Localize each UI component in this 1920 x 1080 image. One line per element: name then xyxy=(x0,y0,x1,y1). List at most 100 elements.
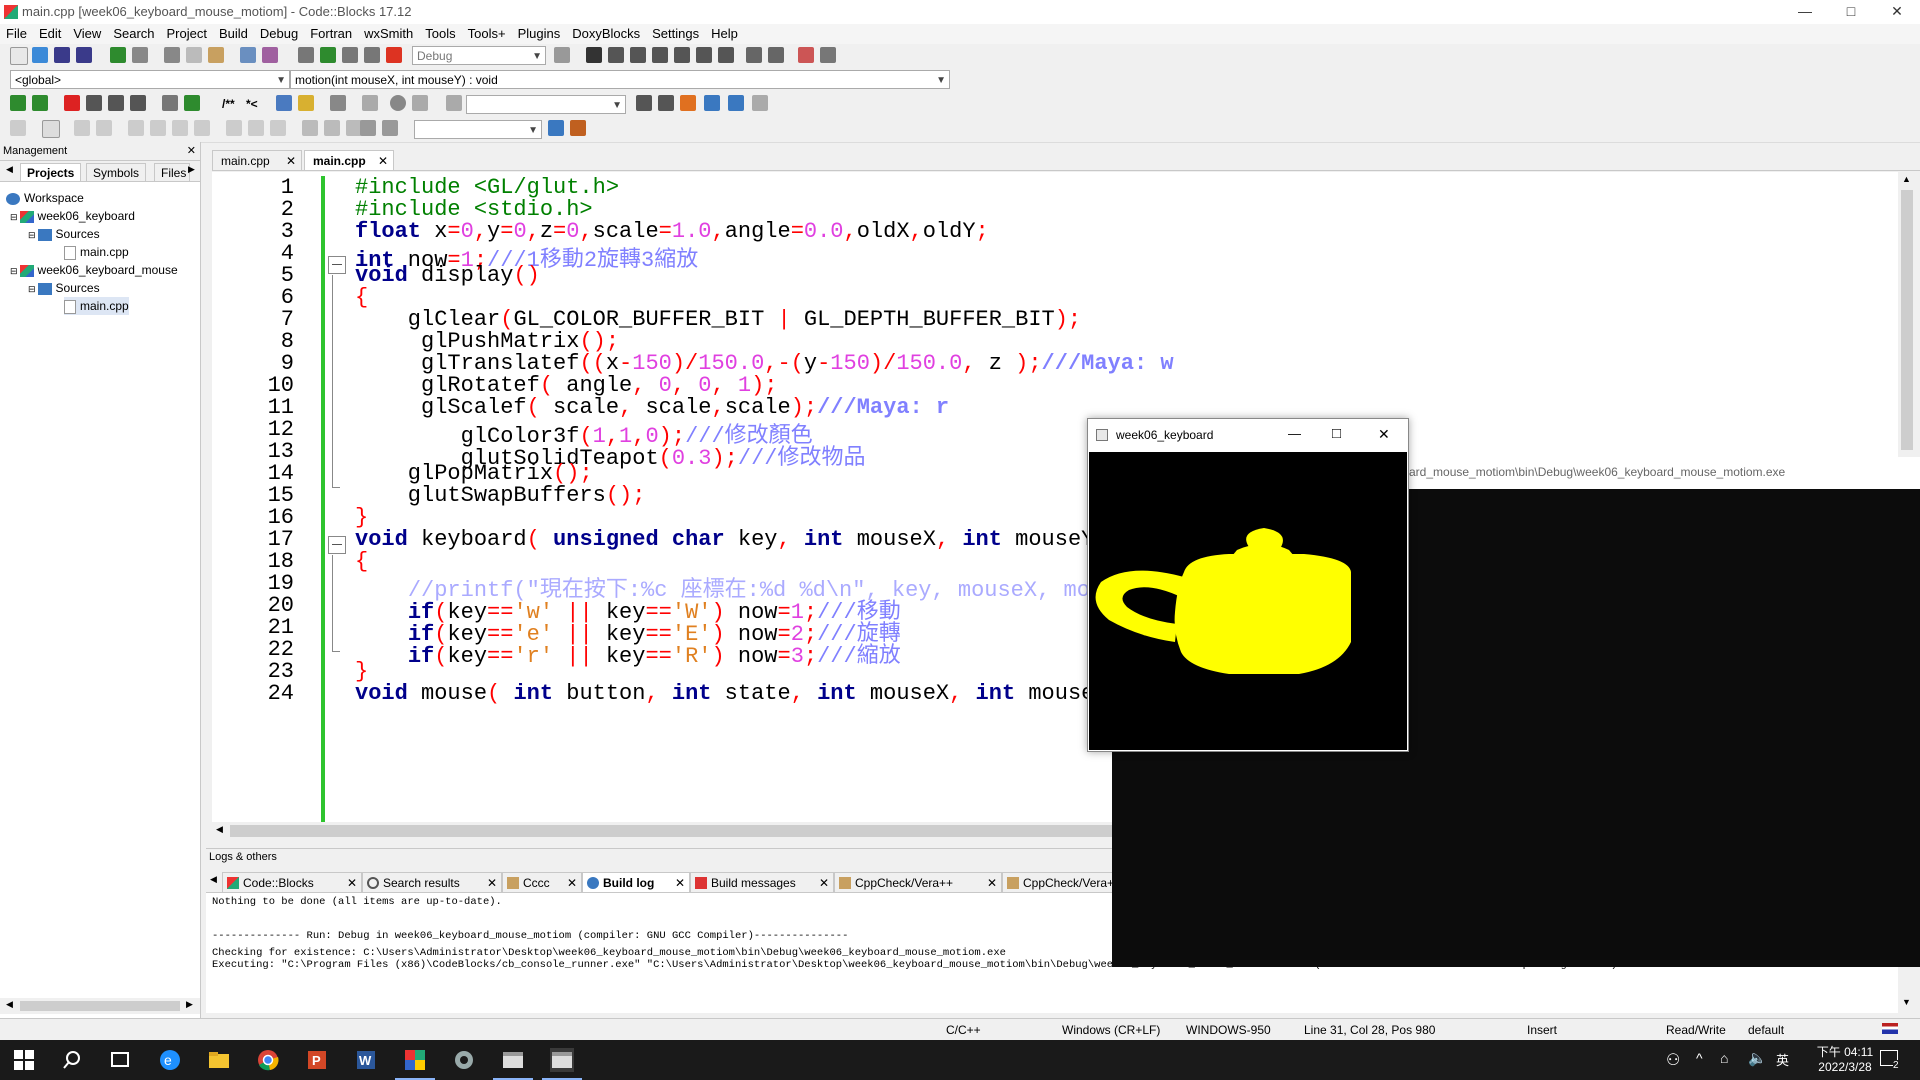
log-tab-cppcheck-messages[interactable]: CppCheck/Vera++ messages xyxy=(1002,872,1122,892)
doxy-wizard-icon[interactable] xyxy=(162,95,178,111)
save-all-icon[interactable] xyxy=(76,47,92,63)
tray-expand-icon[interactable]: ^ xyxy=(1696,1050,1703,1066)
maximize-button[interactable]: □ xyxy=(1332,425,1341,442)
step-out-icon[interactable] xyxy=(674,47,690,63)
tree-project-week06-keyboard[interactable]: ⊟ week06_keyboard xyxy=(10,207,135,225)
file-explorer-icon[interactable] xyxy=(207,1048,231,1072)
tab-files[interactable]: Files xyxy=(154,163,190,181)
incremental-search-icon[interactable] xyxy=(446,95,462,111)
close-icon[interactable]: ✕ xyxy=(286,151,296,171)
management-hscroll[interactable]: ◀ ▶ xyxy=(0,998,200,1014)
zoom-in-icon[interactable] xyxy=(302,120,318,136)
collapse-icon[interactable]: ⊟ xyxy=(10,266,18,276)
run-icon[interactable] xyxy=(320,47,336,63)
chrome-icon[interactable] xyxy=(256,1048,280,1072)
incremental-search-input[interactable]: ▼ xyxy=(466,95,626,114)
clock-date[interactable]: 2022/3/28 xyxy=(1800,1060,1890,1074)
step-into-icon[interactable] xyxy=(652,47,668,63)
undo-icon[interactable] xyxy=(110,47,126,63)
clear-search-icon[interactable] xyxy=(752,95,768,111)
symbol-find-icon[interactable] xyxy=(548,120,564,136)
back-arrow-icon[interactable] xyxy=(10,95,26,111)
c-icon[interactable] xyxy=(382,120,398,136)
build-target-select[interactable]: Debug ▼ xyxy=(412,46,546,65)
close-icon[interactable]: ✕ xyxy=(487,873,497,893)
paste-icon[interactable] xyxy=(208,47,224,63)
menu-project[interactable]: Project xyxy=(161,24,213,44)
menu-tools-plus[interactable]: Tools+ xyxy=(462,24,512,44)
scroll-up-icon[interactable]: ▲ xyxy=(1902,174,1911,184)
log-tab-codeblocks[interactable]: Code::Blocks ✕ xyxy=(222,872,362,892)
next-change-icon[interactable] xyxy=(412,95,428,111)
menu-settings[interactable]: Settings xyxy=(646,24,705,44)
log-tab-search-results[interactable]: Search results ✕ xyxy=(362,872,502,892)
next-bookmark-icon[interactable] xyxy=(108,95,124,111)
build-gear-icon[interactable] xyxy=(298,47,314,63)
close-button[interactable]: ✕ xyxy=(1378,426,1390,443)
scroll-left-icon[interactable]: ◀ xyxy=(6,999,13,1010)
zoom-out-icon[interactable] xyxy=(324,120,340,136)
close-icon[interactable]: ✕ xyxy=(378,151,388,171)
minimize-button[interactable]: — xyxy=(1782,0,1828,24)
tab-symbols[interactable]: Symbols xyxy=(86,163,147,181)
next-instruction-icon[interactable] xyxy=(696,47,712,63)
symbol-settings-icon[interactable] xyxy=(570,120,586,136)
pointer-icon[interactable] xyxy=(10,120,26,136)
fold-marker-icon[interactable] xyxy=(328,536,346,554)
stop-debug-icon[interactable] xyxy=(768,47,784,63)
fold-marker-icon[interactable] xyxy=(328,256,346,274)
target-options-icon[interactable] xyxy=(554,47,570,63)
abort-icon[interactable] xyxy=(386,47,402,63)
clock-time[interactable]: 下午 04:11 xyxy=(1800,1043,1890,1060)
close-icon[interactable]: ✕ xyxy=(675,873,685,893)
doxy-config-icon[interactable] xyxy=(330,95,346,111)
bookmark-icon[interactable] xyxy=(64,95,80,111)
debug-windows-icon[interactable] xyxy=(798,47,814,63)
scroll-thumb[interactable] xyxy=(1901,190,1913,450)
widget-box-icon[interactable] xyxy=(150,120,166,136)
new-file-icon[interactable] xyxy=(10,47,28,65)
doxy-extract-icon[interactable] xyxy=(184,95,200,111)
tab-scroll-left-icon[interactable]: ◀ xyxy=(210,874,217,885)
rebuild-icon[interactable] xyxy=(364,47,380,63)
app-gear-icon[interactable] xyxy=(452,1048,476,1072)
search-next-icon[interactable] xyxy=(658,95,674,111)
open-file-icon[interactable] xyxy=(32,47,48,63)
menu-build[interactable]: Build xyxy=(213,24,254,44)
word-icon[interactable]: W xyxy=(354,1048,378,1072)
glut-canvas[interactable] xyxy=(1089,452,1407,750)
widget-sizer-icon[interactable] xyxy=(128,120,144,136)
close-icon[interactable]: ✕ xyxy=(187,142,196,160)
debug-continue-icon[interactable] xyxy=(586,47,602,63)
close-icon[interactable]: ✕ xyxy=(347,873,357,893)
step-instruction-icon[interactable] xyxy=(718,47,734,63)
console-taskbar-icon[interactable] xyxy=(501,1048,525,1072)
pause-icon[interactable] xyxy=(746,47,762,63)
replace-icon[interactable] xyxy=(262,47,278,63)
forward-arrow-icon[interactable] xyxy=(32,95,48,111)
log-tab-build-log[interactable]: Build log ✕ xyxy=(582,872,690,892)
windows-start-icon[interactable] xyxy=(12,1048,36,1072)
toggle-marker-icon[interactable] xyxy=(390,95,406,111)
close-button[interactable]: ✕ xyxy=(1874,0,1920,24)
powerpoint-icon[interactable]: P xyxy=(305,1048,329,1072)
redo-icon[interactable] xyxy=(132,47,148,63)
prev-bookmark-icon[interactable] xyxy=(86,95,102,111)
people-icon[interactable]: ⚇ xyxy=(1666,1050,1680,1070)
collapse-icon[interactable]: ⊟ xyxy=(10,212,18,222)
maximize-button[interactable]: □ xyxy=(1828,0,1874,24)
cut-icon[interactable] xyxy=(164,47,180,63)
clear-bookmarks-icon[interactable] xyxy=(130,95,146,111)
menu-plugins[interactable]: Plugins xyxy=(512,24,567,44)
highlight-icon[interactable] xyxy=(680,95,696,111)
widget-list-icon[interactable] xyxy=(270,120,286,136)
widget-dialog-icon[interactable] xyxy=(74,120,90,136)
widget-button-icon[interactable] xyxy=(226,120,242,136)
widget-frame-icon[interactable] xyxy=(42,120,60,138)
search-icon[interactable] xyxy=(60,1048,84,1072)
tab-projects[interactable]: Projects xyxy=(20,163,82,181)
tree-folder-sources[interactable]: ⊟ Sources xyxy=(28,225,100,243)
build-and-run-icon[interactable] xyxy=(342,47,358,63)
copy-icon[interactable] xyxy=(186,47,202,63)
function-select[interactable]: motion(int mouseX, int mouseY) : void ▼ xyxy=(290,70,950,89)
